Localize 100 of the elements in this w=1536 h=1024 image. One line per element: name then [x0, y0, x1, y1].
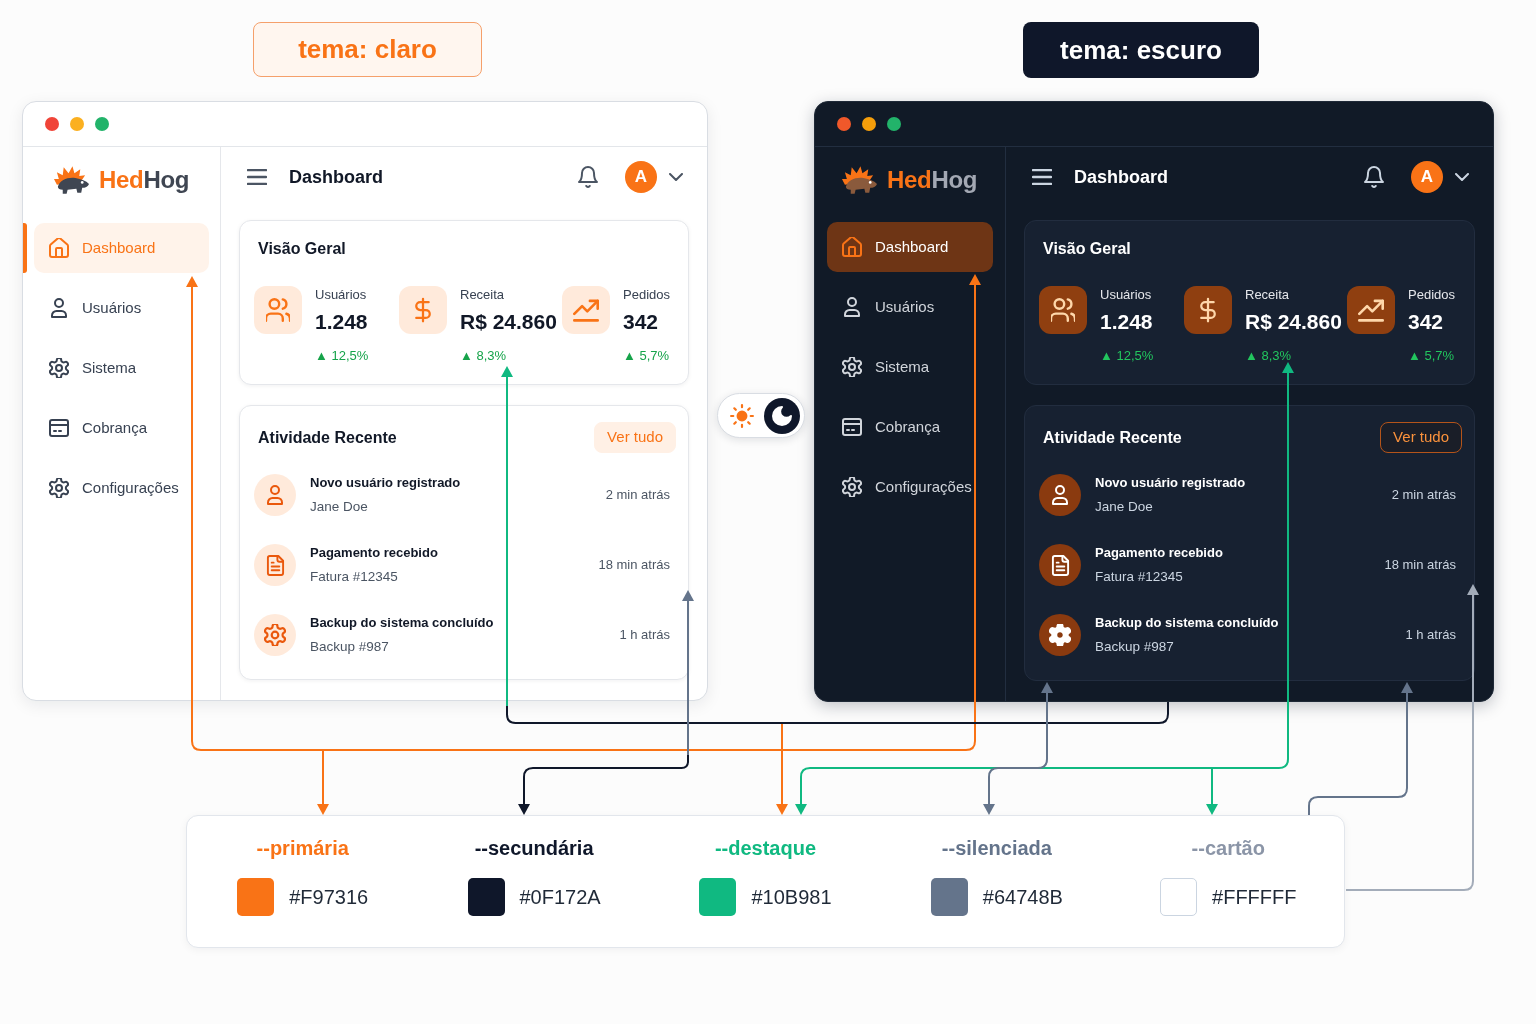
card-title: Visão Geral	[1043, 239, 1132, 259]
change-value: ▲ 8,3%	[1245, 347, 1293, 365]
change-value: ▲ 8,3%	[460, 347, 508, 365]
activity-time: 1 h atrás	[1405, 626, 1456, 645]
nav-item[interactable]: Cobrança	[34, 403, 209, 453]
nav-item[interactable]: Dashboard	[827, 222, 993, 272]
activity-title: Backup do sistema concluído	[1095, 614, 1280, 632]
token-name: --primária	[256, 836, 349, 861]
nav-item[interactable]: Usuários	[34, 283, 209, 333]
settings-icon	[842, 477, 862, 497]
hex-value: #FFFFFF	[1212, 885, 1297, 910]
activity-subtitle: Jane Doe	[1095, 498, 1154, 516]
gear-icon	[254, 614, 296, 656]
home-icon	[842, 237, 862, 257]
nav-item[interactable]: Sistema	[34, 343, 209, 393]
stat-label: Pedidos	[1408, 286, 1455, 304]
stat-value: 342	[623, 309, 660, 335]
settings-icon	[49, 478, 69, 498]
page-title: Dashboard	[1074, 165, 1170, 189]
bell-icon[interactable]	[1364, 166, 1384, 188]
brand-name: HedHog	[99, 167, 190, 192]
chevron-down-icon[interactable]	[669, 173, 683, 181]
window-close-icon[interactable]	[837, 117, 851, 131]
brand-name: HedHog	[887, 167, 978, 192]
change-value: ▲ 12,5%	[1100, 347, 1154, 365]
dollar-icon	[1184, 286, 1232, 334]
stat-label: Usuários	[315, 286, 368, 304]
activity-title: Novo usuário registrado	[310, 474, 462, 492]
theme-label: tema: escuro	[1023, 22, 1259, 78]
theme-label: tema: claro	[253, 22, 482, 77]
nav-item[interactable]: Sistema	[827, 342, 993, 392]
activity-subtitle: Jane Doe	[310, 498, 369, 516]
stat-label: Receita	[1245, 286, 1291, 304]
window-maximize-icon[interactable]	[887, 117, 901, 131]
theme-switch[interactable]	[717, 393, 805, 438]
change-value: ▲ 12,5%	[315, 347, 369, 365]
home-icon	[49, 238, 69, 258]
stat-value: R$ 24.860	[1245, 309, 1342, 335]
stat-label: Pedidos	[623, 286, 670, 304]
stat-value: 1.248	[1100, 309, 1154, 335]
nav-item[interactable]: Configurações	[34, 463, 209, 513]
stat-label: Receita	[460, 286, 506, 304]
activity-title: Pagamento recebido	[310, 544, 439, 562]
document-icon	[254, 544, 296, 586]
gear-icon	[49, 358, 69, 378]
activity-title: Novo usuário registrado	[1095, 474, 1247, 492]
stat-label: Usuários	[1100, 286, 1153, 304]
document-icon	[1039, 544, 1081, 586]
nav-item[interactable]: Usuários	[827, 282, 993, 332]
nav-item[interactable]: Cobrança	[827, 402, 993, 452]
activity-time: 2 min atrás	[1391, 486, 1456, 505]
activity-time: 18 min atrás	[1384, 556, 1456, 575]
user-icon	[254, 474, 296, 516]
token-name: --cartão	[1191, 836, 1265, 861]
window-minimize-icon[interactable]	[862, 117, 876, 131]
stat-value: 342	[1408, 309, 1445, 335]
activity-time: 18 min atrás	[598, 556, 670, 575]
activity-title: Pagamento recebido	[1095, 544, 1224, 562]
trend-up-icon	[562, 286, 610, 334]
gear-icon	[842, 357, 862, 377]
user-icon	[49, 298, 69, 318]
activity-time: 1 h atrás	[619, 626, 670, 645]
sun-icon	[730, 403, 754, 428]
card-icon	[842, 417, 862, 437]
change-value: ▲ 5,7%	[623, 347, 670, 365]
gear-icon	[1039, 614, 1081, 656]
dark-mode-button[interactable]	[764, 397, 800, 434]
stat-value: 1.248	[315, 309, 369, 335]
users-icon	[1039, 286, 1087, 334]
menu-icon[interactable]	[247, 169, 267, 185]
hedgehog-logo-icon	[53, 164, 90, 195]
bell-icon[interactable]	[578, 166, 598, 188]
token-name: --secundária	[474, 836, 594, 861]
hedgehog-logo-icon	[841, 164, 878, 195]
user-icon	[842, 297, 862, 317]
users-icon	[254, 286, 302, 334]
hex-value: #F97316	[289, 885, 369, 910]
activity-title: Backup do sistema concluído	[310, 614, 495, 632]
nav-item[interactable]: Configurações	[827, 462, 993, 512]
hex-value: #0F172A	[519, 885, 601, 910]
card-title: Atividade Recente	[258, 428, 397, 448]
activity-subtitle: Fatura #12345	[1095, 568, 1184, 586]
activity-subtitle: Backup #987	[310, 638, 390, 656]
hex-value: #10B981	[751, 885, 832, 910]
token-name: --destaque	[714, 836, 817, 861]
moon-icon	[772, 405, 792, 426]
card-icon	[49, 418, 69, 438]
card-title: Visão Geral	[258, 239, 347, 259]
activity-subtitle: Fatura #12345	[310, 568, 399, 586]
activity-subtitle: Backup #987	[1095, 638, 1175, 656]
stat-value: R$ 24.860	[460, 309, 557, 335]
change-value: ▲ 5,7%	[1408, 347, 1455, 365]
view-all-button[interactable]: Ver tudo	[1380, 422, 1462, 453]
trend-up-icon	[1347, 286, 1395, 334]
page-title: Dashboard	[289, 165, 385, 189]
hex-value: #64748B	[982, 885, 1063, 910]
activity-time: 2 min atrás	[605, 486, 670, 505]
token-name: --silenciada	[941, 836, 1052, 861]
dollar-icon	[399, 286, 447, 334]
window-close-icon[interactable]	[45, 117, 59, 131]
